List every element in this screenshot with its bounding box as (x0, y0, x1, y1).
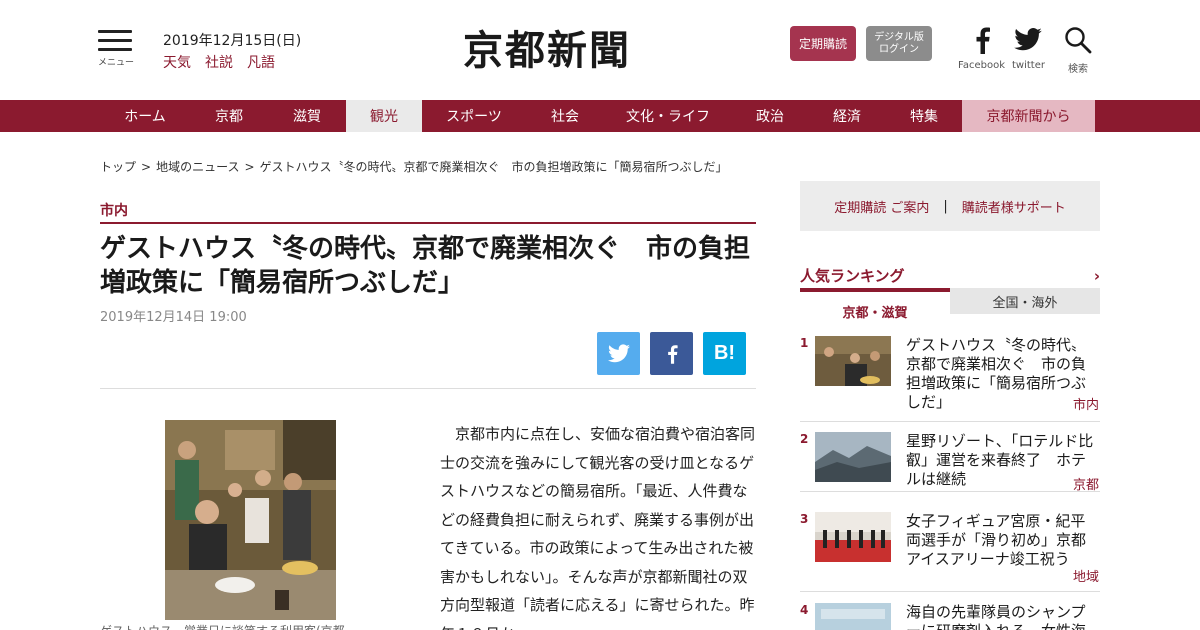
share-twitter-button[interactable] (597, 332, 640, 375)
twitter-link[interactable]: twitter (1012, 26, 1045, 71)
ranking-tag: 市内 (1072, 398, 1099, 413)
ranking-heading[interactable]: 人気ランキング › (800, 265, 1100, 286)
article-title: ゲストハウス〝冬の時代〟京都で廃業相次ぐ 市の負担増政策に「簡易宿所つぶしだ」 (100, 234, 751, 298)
digital-login-button[interactable]: デジタル版 ログイン (866, 26, 932, 61)
ranking-tabs: 京都・滋賀 全国・海外 (800, 288, 1100, 321)
breadcrumb-current: ゲストハウス〝冬の時代〟京都で廃業相次ぐ 市の負担増政策に「簡易宿所つぶしだ」 (259, 160, 728, 174)
ranking-tag: 地域 (1072, 570, 1099, 585)
menu-button[interactable]: メニュー (98, 30, 135, 68)
article-body: 京都市内に点在し、安価な宿泊費や宿泊客同士の交流を強みにして観光客の受け皿となる… (440, 425, 756, 630)
facebook-label: Facebook (958, 60, 1005, 71)
breadcrumb-top[interactable]: トップ (100, 160, 136, 174)
subscribe-info-link[interactable]: 定期購読 ご案内 (834, 197, 929, 216)
nav-item-home[interactable]: ホーム (100, 100, 190, 132)
twitter-icon (1014, 28, 1043, 51)
share-hatena-button[interactable]: B! (703, 332, 746, 375)
ranking-item[interactable]: 3 女子フィギュア宮原・紀平両選手が「滑り初め」京都アイスアリーナ竣工祝う 地域 (800, 512, 1100, 592)
tab-national-overseas[interactable]: 全国・海外 (950, 288, 1100, 314)
search-label: 検索 (1068, 64, 1088, 75)
digital-label: デジタル版 (874, 31, 924, 43)
menu-label: メニュー (98, 58, 135, 68)
article-date: 2019年12月14日 19:00 (100, 310, 247, 325)
nav-item-kyoto[interactable]: 京都 (190, 100, 268, 132)
ranking-title: 人気ランキング (800, 267, 905, 285)
chevron-right-icon: › (1093, 267, 1100, 285)
nav-item-society[interactable]: 社会 (526, 100, 604, 132)
article-divider (100, 388, 756, 389)
breadcrumb: トップ > 地域のニュース > ゲストハウス〝冬の時代〟京都で廃業相次ぐ 市の負担増政策… (100, 160, 728, 174)
ranking-number: 1 (800, 336, 809, 350)
ranking-number: 4 (800, 603, 809, 617)
nav-item-culture[interactable]: 文化・ライフ (604, 100, 732, 132)
ranking-title-text: 海自の先輩隊員のシャンプーに研磨剤入れる 女性海 (906, 603, 1086, 630)
subscribe-button[interactable]: 定期購読 (790, 26, 856, 61)
facebook-icon (667, 344, 678, 364)
search-button[interactable]: 検索 (1064, 26, 1092, 75)
editorial-link[interactable]: 社説 (205, 55, 233, 71)
nav-item-politics[interactable]: 政治 (732, 100, 808, 132)
nav-item-sports[interactable]: スポーツ (422, 100, 526, 132)
breadcrumb-local-news[interactable]: 地域のニュース (156, 160, 239, 174)
subscription-box: 定期購読 ご案内 | 購読者様サポート (800, 181, 1100, 231)
ranking-thumbnail (815, 603, 891, 630)
ranking-title-text: ゲストハウス〝冬の時代〟京都で廃業相次ぐ 市の負担増政策に「簡易宿所つぶしだ」 (906, 336, 1087, 411)
ranking-item[interactable]: 4 海自の先輩隊員のシャンプーに研磨剤入れる 女性海 (800, 603, 1100, 630)
tab-kyoto-shiga[interactable]: 京都・滋賀 (800, 288, 950, 321)
share-facebook-button[interactable] (650, 332, 693, 375)
ranking-tag: 京都 (1072, 478, 1099, 493)
facebook-icon (976, 27, 990, 54)
weather-link[interactable]: 天気 (163, 55, 191, 71)
nav-item-features[interactable]: 特集 (886, 100, 962, 132)
search-icon (1065, 27, 1092, 54)
date-box: 2019年12月15日(日) 天気 社説 凡語 (163, 30, 301, 72)
main-nav: ホーム 京都 滋賀 観光 スポーツ 社会 文化・ライフ 政治 経済 特集 京都新… (0, 100, 1200, 132)
ranking-thumbnail (815, 512, 891, 562)
ranking-thumbnail (815, 336, 891, 386)
facebook-link[interactable]: Facebook (958, 26, 1005, 71)
ranking-number: 2 (800, 432, 809, 446)
ranking-thumbnail (815, 432, 891, 482)
site-logo[interactable]: 京都新聞 (463, 18, 631, 76)
ranking-number: 3 (800, 512, 809, 526)
nav-item-shiga[interactable]: 滋賀 (268, 100, 346, 132)
site-header: メニュー 2019年12月15日(日) 天気 社説 凡語 京都新聞 定期購読 デジタ… (0, 0, 1200, 100)
nav-item-tourism[interactable]: 観光 (346, 100, 422, 132)
article-category[interactable]: 市内 (100, 200, 756, 224)
ranking-title-text: 女子フィギュア宮原・紀平両選手が「滑り初め」京都アイスアリーナ竣工祝う (906, 512, 1087, 568)
twitter-label: twitter (1012, 60, 1045, 71)
photo-caption: ゲストハウス、営業日に談笑する利用客(京都 (100, 622, 400, 630)
ranking-item[interactable]: 2 星野リゾート、「ロテルド比叡」運営を来春終了 ホテルは継続 京都 (800, 432, 1100, 493)
subscriber-support-link[interactable]: 購読者様サポート (962, 197, 1066, 216)
nav-item-from-kyoto-np[interactable]: 京都新聞から (962, 100, 1095, 132)
ranking-title-text: 星野リゾート、「ロテルド比叡」運営を来春終了 ホテルは継続 (906, 432, 1094, 488)
ranking-item[interactable]: 1 ゲストハウス〝冬の時代〟京都で廃業相次ぐ 市の負担増政策に「簡易宿所つぶしだ… (800, 336, 1100, 422)
twitter-icon (607, 343, 630, 362)
nav-item-economy[interactable]: 経済 (808, 100, 886, 132)
hamburger-icon (98, 30, 132, 51)
link-separator: | (943, 198, 948, 214)
current-date: 2019年12月15日(日) (163, 33, 302, 49)
article-photo[interactable] (165, 420, 336, 620)
bongo-link[interactable]: 凡語 (247, 55, 275, 71)
login-label: ログイン (879, 43, 919, 55)
